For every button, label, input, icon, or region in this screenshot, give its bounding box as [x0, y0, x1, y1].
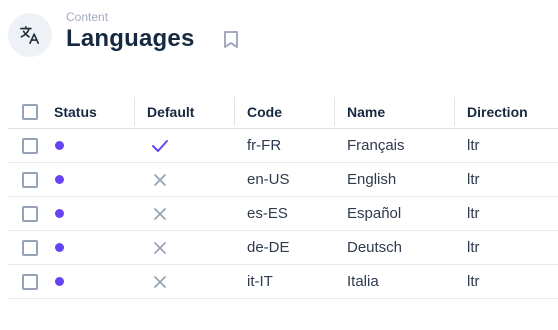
name-cell: English	[347, 171, 397, 188]
languages-page: Content Languages Status Default Code Na…	[0, 0, 558, 330]
status-dot	[55, 175, 64, 184]
code-cell: de-DE	[247, 239, 290, 256]
name-cell: Français	[347, 137, 405, 154]
default-cell	[134, 197, 234, 230]
status-dot	[55, 141, 64, 150]
default-cell	[134, 231, 234, 264]
bookmark-icon	[223, 30, 238, 48]
status-cell	[46, 129, 134, 162]
page-title: Languages	[66, 25, 195, 52]
bookmark-button[interactable]	[221, 28, 241, 50]
table-row[interactable]: de-DE Deutsch ltr	[8, 231, 558, 265]
direction-cell: ltr	[467, 205, 480, 222]
name-cell: Español	[347, 205, 402, 222]
direction-cell: ltr	[467, 171, 480, 188]
column-header-default[interactable]: Default	[134, 95, 234, 128]
close-icon	[151, 171, 169, 189]
translate-icon	[8, 13, 52, 57]
row-checkbox[interactable]	[22, 205, 38, 222]
direction-cell: ltr	[467, 239, 480, 256]
status-cell	[46, 197, 134, 230]
status-cell	[46, 231, 134, 264]
breadcrumb[interactable]: Content	[66, 10, 241, 24]
row-checkbox[interactable]	[22, 273, 38, 290]
languages-table: Status Default Code Name Direction fr-FR…	[8, 95, 558, 299]
column-header-name[interactable]: Name	[334, 95, 454, 128]
row-checkbox-cell	[8, 129, 46, 162]
direction-cell: ltr	[467, 273, 480, 290]
table-body: fr-FR Français ltr en-US English ltr es-ES Espa…	[8, 129, 558, 299]
title-row: Languages	[66, 24, 241, 54]
row-checkbox[interactable]	[22, 137, 38, 154]
status-dot	[55, 243, 64, 252]
header-checkbox-cell	[8, 95, 46, 128]
name-cell: Italia	[347, 273, 379, 290]
table-row[interactable]: en-US English ltr	[8, 163, 558, 197]
column-header-status[interactable]: Status	[46, 95, 134, 128]
close-icon	[151, 205, 169, 223]
table-row[interactable]: es-ES Español ltr	[8, 197, 558, 231]
default-cell	[134, 163, 234, 196]
code-cell: fr-FR	[247, 137, 282, 154]
row-checkbox[interactable]	[22, 171, 38, 188]
row-checkbox[interactable]	[22, 239, 38, 256]
status-cell	[46, 163, 134, 196]
default-cell	[134, 129, 234, 162]
table-row[interactable]: fr-FR Français ltr	[8, 129, 558, 163]
check-icon	[151, 137, 169, 155]
close-icon	[151, 273, 169, 291]
name-cell: Deutsch	[347, 239, 403, 256]
column-header-code[interactable]: Code	[234, 95, 334, 128]
status-cell	[46, 265, 134, 298]
table-row[interactable]: it-IT Italia ltr	[8, 265, 558, 299]
status-dot	[55, 277, 64, 286]
close-icon	[151, 239, 169, 257]
table-header-row: Status Default Code Name Direction	[8, 95, 558, 129]
page-header: Content Languages	[8, 8, 241, 62]
row-checkbox-cell	[8, 197, 46, 230]
code-cell: it-IT	[247, 273, 273, 290]
status-dot	[55, 209, 64, 218]
select-all-checkbox[interactable]	[22, 103, 38, 120]
column-header-direction[interactable]: Direction	[454, 95, 558, 128]
row-checkbox-cell	[8, 163, 46, 196]
code-cell: es-ES	[247, 205, 288, 222]
title-block: Content Languages	[66, 10, 241, 54]
code-cell: en-US	[247, 171, 290, 188]
row-checkbox-cell	[8, 265, 46, 298]
row-checkbox-cell	[8, 231, 46, 264]
direction-cell: ltr	[467, 137, 480, 154]
default-cell	[134, 265, 234, 298]
